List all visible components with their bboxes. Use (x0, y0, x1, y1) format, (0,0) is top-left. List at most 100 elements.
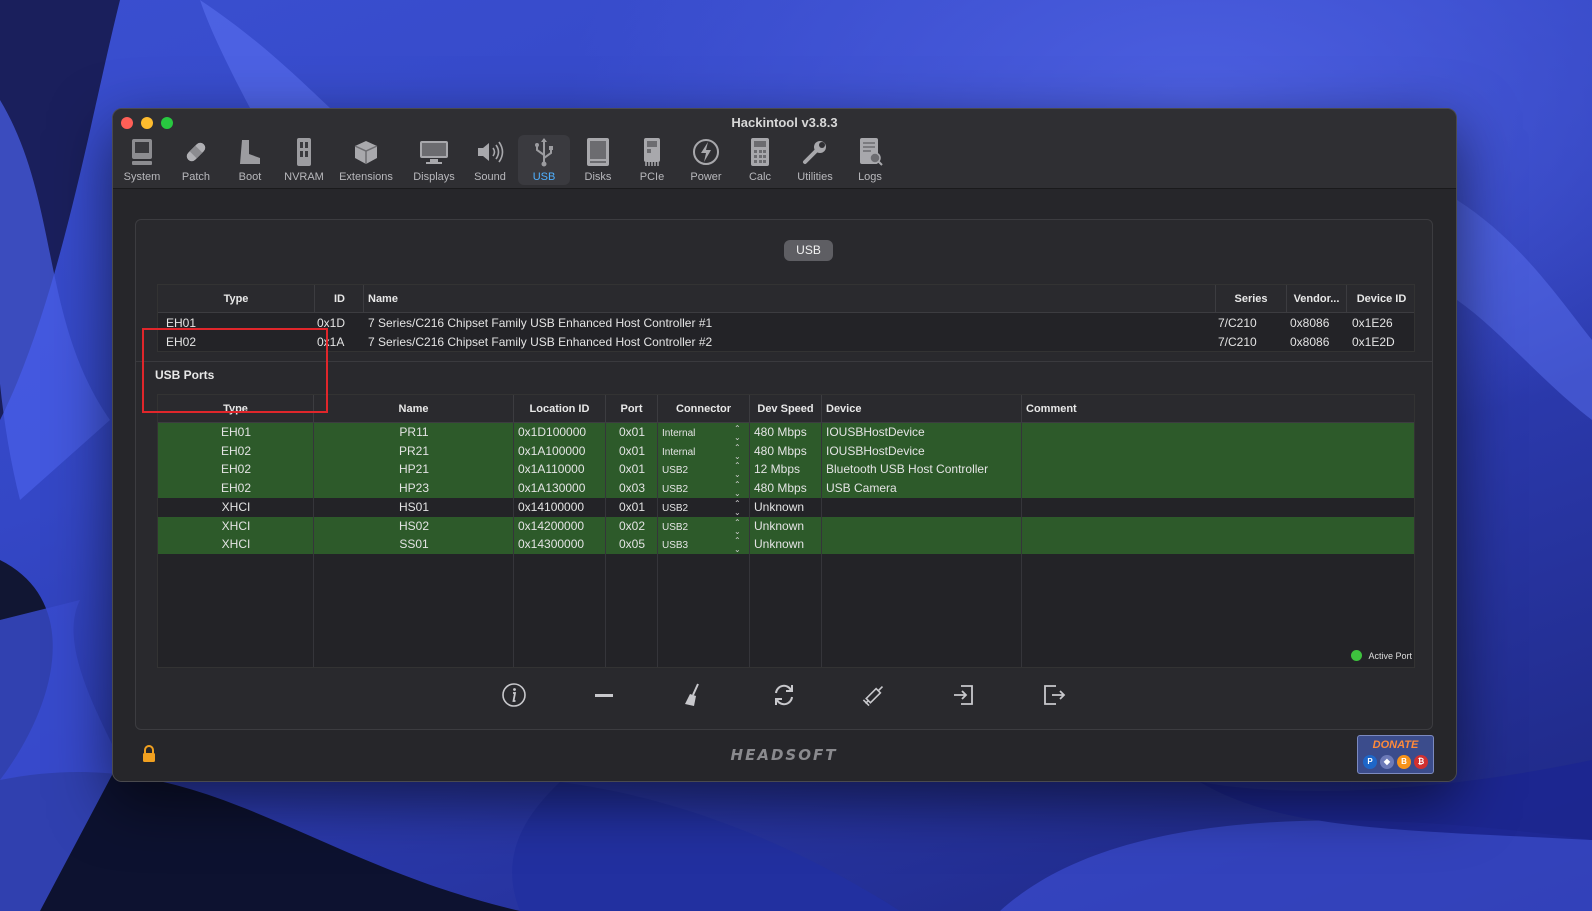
cell-device (822, 498, 1022, 517)
tab-pcie[interactable]: PCIe (627, 135, 677, 185)
connector-stepper-icon[interactable]: ⌃⌄ (734, 479, 742, 498)
cell-name: 7 Series/C216 Chipset Family USB Enhance… (368, 335, 713, 349)
tab-patch[interactable]: Patch (171, 135, 221, 185)
column-name[interactable]: Name (364, 285, 1216, 313)
column-location-id[interactable]: Location ID (514, 395, 606, 423)
usb-segment-label[interactable]: USB (784, 240, 833, 261)
inject-button[interactable] (859, 680, 889, 710)
clear-button[interactable] (679, 680, 709, 710)
cell-device (822, 517, 1022, 536)
column-vendor[interactable]: Vendor... (1287, 285, 1347, 313)
table-row[interactable]: EH01 0x1D 7 Series/C216 Chipset Family U… (158, 314, 1414, 333)
table-row[interactable]: XHCI SS01 0x14300000 0x05 USB3 ⌃⌄ Unknown (158, 535, 1416, 555)
ports-header: Type Name Location ID Port Connector Dev… (158, 395, 1414, 423)
cell-comment[interactable] (1022, 442, 1416, 461)
table-row[interactable]: XHCI HS01 0x14100000 0x01 USB2 ⌃⌄ Unknown (158, 497, 1416, 517)
legend-label: Active Port (1368, 650, 1412, 661)
cell-type: XHCI (221, 537, 251, 552)
tab-sound[interactable]: Sound (465, 135, 515, 185)
lock-icon[interactable] (141, 745, 157, 768)
connector-stepper-icon[interactable]: ⌃⌄ (734, 423, 742, 442)
cell-type: EH01 (220, 425, 252, 439)
table-row[interactable]: EH01 PR11 0x1D100000 0x01 Internal ⌃⌄ 480 Mbps… (158, 423, 1414, 442)
connector-stepper-icon[interactable]: ⌃⌄ (734, 535, 742, 554)
column-port[interactable]: Port (606, 395, 658, 423)
connector-stepper-icon[interactable]: ⌃⌄ (734, 517, 742, 536)
table-row[interactable]: EH02 HP23 0x1A130000 0x03 USB2 ⌃⌄ 480 Mbps USB … (158, 479, 1416, 499)
table-row[interactable]: EH02 PR21 0x1A100000 0x01 Internal ⌃⌄ 480 Mbps… (158, 441, 1416, 461)
controllers-table: Type ID Name Series Vendor... Device ID … (157, 284, 1415, 352)
sound-icon (475, 137, 505, 167)
cell-speed: Unknown (754, 537, 805, 552)
cell-port: 0x02 (618, 518, 646, 533)
titlebar: Hackintool v3.8.3 System Patch Boot NVRA… (113, 109, 1456, 189)
column-series[interactable]: Series (1216, 285, 1287, 313)
cell-name: PR11 (399, 425, 429, 439)
tab-usb[interactable]: USB (518, 135, 570, 185)
cell-device: IOUSBHostDevice (826, 425, 925, 439)
column-type[interactable]: Type (158, 285, 315, 313)
cell-device (822, 535, 1022, 554)
tab-displays[interactable]: Displays (407, 135, 461, 185)
table-row[interactable]: EH02 HP21 0x1A110000 0x01 USB2 ⌃⌄ 12 Mbps Bluet… (158, 460, 1416, 480)
cell-id: 0x1A (317, 335, 345, 349)
table-row[interactable]: EH02 0x1A 7 Series/C216 Chipset Family U… (158, 333, 1414, 352)
window-title: Hackintool v3.8.3 (731, 115, 838, 130)
content-area: USB Type ID Name Series Vendor... Device… (113, 189, 1456, 781)
cell-location: 0x1A110000 (518, 462, 585, 477)
tab-system[interactable]: System (117, 135, 167, 185)
column-type[interactable]: Type (158, 395, 314, 423)
cell-comment[interactable] (1022, 479, 1416, 498)
cell-name: HS02 (398, 518, 430, 533)
tab-power[interactable]: Power (681, 135, 731, 185)
usb-icon (529, 137, 559, 167)
cell-type: EH02 (166, 335, 197, 349)
tab-extensions[interactable]: Extensions (335, 135, 397, 185)
cell-comment[interactable] (1022, 423, 1416, 442)
cell-location: 0x14300000 (518, 537, 585, 552)
export-button[interactable] (1039, 680, 1069, 710)
cell-device: Bluetooth USB Host Controller (826, 462, 989, 477)
tab-logs[interactable]: Logs (845, 135, 895, 185)
tab-disks[interactable]: Disks (573, 135, 623, 185)
tab-nvram[interactable]: NVRAM (279, 135, 329, 185)
export-icon (1044, 685, 1066, 705)
utilities-icon (800, 137, 830, 167)
controllers-header: Type ID Name Series Vendor... Device ID (158, 285, 1414, 313)
patch-icon (181, 137, 211, 167)
action-bar (499, 680, 1079, 710)
cell-comment[interactable] (1022, 498, 1416, 517)
tab-utilities[interactable]: Utilities (789, 135, 841, 185)
column-dev-speed[interactable]: Dev Speed (750, 395, 822, 423)
column-id[interactable]: ID (330, 285, 364, 313)
cell-id: 0x1D (317, 316, 346, 330)
cell-comment[interactable] (1022, 460, 1416, 479)
connector-stepper-icon[interactable]: ⌃⌄ (734, 498, 742, 517)
extensions-icon (351, 137, 381, 167)
cell-name: PR21 (398, 443, 430, 458)
other-coin-icon: ₿ (1414, 755, 1428, 769)
info-button[interactable] (499, 680, 529, 710)
column-connector[interactable]: Connector (658, 395, 750, 423)
connector-stepper-icon[interactable]: ⌃⌄ (734, 442, 742, 461)
cell-port: 0x03 (618, 481, 646, 496)
remove-button[interactable] (589, 680, 619, 710)
table-row[interactable]: XHCI HS02 0x14200000 0x02 USB2 ⌃⌄ Unknown (158, 516, 1416, 536)
cell-device-id: 0x1E26 (1352, 316, 1393, 330)
cell-comment[interactable] (1022, 517, 1416, 536)
tab-calc[interactable]: Calc (735, 135, 785, 185)
power-icon (691, 137, 721, 167)
donate-button[interactable]: DONATE P ◆ B ₿ (1357, 735, 1434, 774)
connector-stepper-icon[interactable]: ⌃⌄ (734, 460, 742, 479)
tab-boot[interactable]: Boot (225, 135, 275, 185)
refresh-button[interactable] (769, 680, 799, 710)
cell-comment[interactable] (1022, 535, 1416, 554)
column-name[interactable]: Name (314, 395, 514, 423)
cell-port: 0x01 (618, 462, 646, 477)
import-button[interactable] (949, 680, 979, 710)
column-comment[interactable]: Comment (1022, 395, 1416, 423)
column-device-id[interactable]: Device ID (1347, 285, 1416, 313)
ethereum-icon: ◆ (1380, 755, 1394, 769)
donate-coins: P ◆ B ₿ (1358, 755, 1433, 769)
column-device[interactable]: Device (822, 395, 1022, 423)
